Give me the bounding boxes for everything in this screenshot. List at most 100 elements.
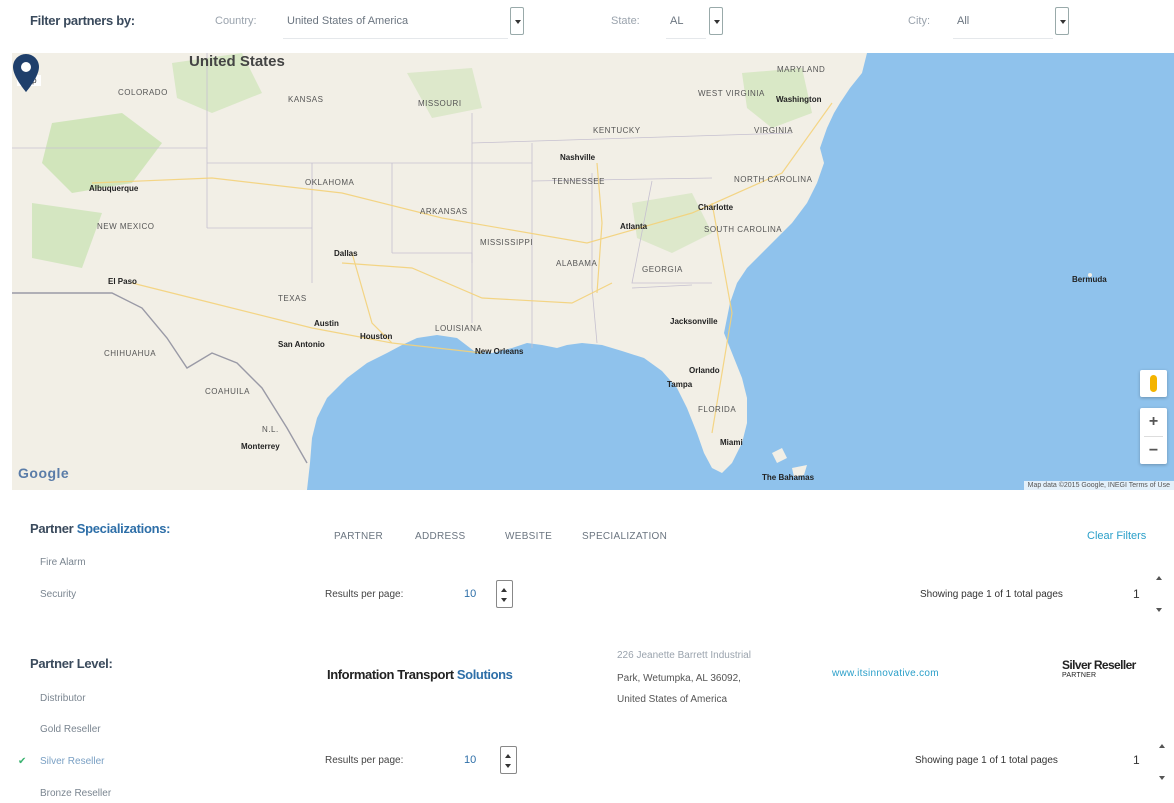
map-city-label: Washington — [776, 95, 822, 104]
specialization-filter-security[interactable]: Security — [40, 589, 76, 600]
map-state-label: Colorado — [118, 88, 168, 97]
showing-pages-label-bottom: Showing page 1 of 1 total pages — [915, 755, 1058, 766]
map-city-label: Albuquerque — [89, 184, 139, 193]
map-city-label: Charlotte — [698, 203, 734, 212]
filter-bar: Filter partners by: Country: United Stat… — [0, 0, 1174, 50]
country-label: Country: — [215, 15, 257, 27]
specializations-heading: Partner Specializations: — [30, 521, 170, 536]
partner-level-heading: Partner Level: — [30, 656, 113, 671]
map-attribution[interactable]: Map data ©2015 Google, INEGI Terms of Us… — [1023, 481, 1174, 490]
map-state-label: Alabama — [556, 259, 598, 268]
partner-level-bronze[interactable]: Bronze Reseller — [40, 788, 111, 799]
country-underline — [283, 38, 508, 39]
showing-pages-label: Showing page 1 of 1 total pages — [920, 589, 1063, 600]
country-dropdown-button[interactable] — [510, 7, 524, 35]
map-state-label: Georgia — [642, 265, 683, 274]
results-per-page-value-bottom[interactable]: 10 — [464, 754, 476, 766]
partner-name-prefix: Information Transport — [327, 667, 454, 682]
map-state-label: Coahuila — [205, 387, 250, 396]
specialization-filter-fire-alarm[interactable]: Fire Alarm — [40, 557, 86, 568]
tab-partner[interactable]: PARTNER — [334, 531, 383, 542]
tab-address[interactable]: ADDRESS — [415, 531, 465, 542]
map-state-label: Oklahoma — [305, 178, 355, 187]
partner-level-distributor[interactable]: Distributor — [40, 693, 86, 704]
page-number[interactable]: 1 — [1133, 587, 1140, 601]
map-state-label: North Carolina — [734, 175, 813, 184]
map-state-label: Virginia — [754, 126, 794, 135]
zoom-out-button[interactable]: − — [1140, 437, 1167, 465]
map-city-label: Austin — [314, 319, 339, 328]
map-city-label: El Paso — [108, 277, 137, 286]
map-city-label: San Antonio — [278, 340, 325, 349]
page-number-bottom[interactable]: 1 — [1133, 753, 1140, 767]
map-state-label: Mississippi — [480, 238, 534, 247]
map-city-label: Jacksonville — [670, 317, 718, 326]
badge-subtitle: PARTNER — [1062, 672, 1097, 679]
map-city-label: Miami — [720, 438, 743, 447]
map-state-label: N.L. — [262, 425, 279, 434]
map-state-label: Chihuahua — [104, 349, 157, 358]
google-logo: Google — [18, 465, 70, 481]
results-per-page-label-bottom: Results per page: — [325, 755, 404, 766]
tab-website[interactable]: WEBSITE — [505, 531, 552, 542]
partner-level-gold[interactable]: Gold Reseller — [40, 724, 101, 735]
map-state-label: Tennessee — [552, 177, 605, 186]
tab-specialization[interactable]: SPECIALIZATION — [582, 531, 667, 542]
state-label: State: — [611, 15, 640, 27]
country-select[interactable]: United States of America — [287, 15, 408, 27]
zoom-control: + − — [1140, 408, 1167, 464]
zoom-in-button[interactable]: + — [1140, 408, 1167, 436]
city-select[interactable]: All — [957, 15, 969, 27]
specializations-heading-prefix: Partner — [30, 521, 74, 536]
partner-level-silver[interactable]: Silver Reseller — [40, 756, 104, 767]
partner-map[interactable]: United States Map Colorado Kansas Missou… — [12, 53, 1174, 490]
map-city-label: Dallas — [334, 249, 358, 258]
street-view-pegman-icon[interactable] — [1140, 370, 1167, 397]
partner-level-badge: Silver Reseller PARTNER — [1062, 659, 1168, 691]
location-marker-icon[interactable] — [12, 53, 40, 93]
map-state-label: Missouri — [418, 99, 462, 108]
map-state-label: South Carolina — [704, 225, 783, 234]
map-city-label: The Bahamas — [762, 473, 815, 482]
state-dropdown-button[interactable] — [709, 7, 723, 35]
land-mass — [12, 53, 867, 490]
clear-filters-link[interactable]: Clear Filters — [1087, 530, 1146, 542]
checkmark-icon: ✔ — [18, 756, 27, 767]
map-state-label: Kentucky — [593, 126, 641, 135]
map-city-label: Atlanta — [620, 222, 648, 231]
map-city-label: Nashville — [560, 153, 596, 162]
partner-name[interactable]: Information Transport Solutions — [327, 667, 513, 682]
partner-address-line3: United States of America — [617, 694, 728, 705]
page-stepper[interactable] — [1154, 574, 1165, 614]
specializations-heading-accent: Specializations: — [76, 521, 171, 536]
map-city-label: Tampa — [667, 380, 693, 389]
map-city-label: Monterrey — [241, 442, 280, 451]
partner-address-line1: 226 Jeanette Barrett Industrial — [617, 650, 751, 661]
map-city-label: Houston — [360, 332, 393, 341]
results-per-page-label: Results per page: — [325, 589, 404, 600]
map-state-label: Texas — [278, 294, 307, 303]
map-state-label: Maryland — [777, 65, 826, 74]
city-label: City: — [908, 15, 930, 27]
page-stepper-bottom[interactable] — [1157, 742, 1168, 782]
filter-title: Filter partners by: — [30, 13, 135, 28]
map-state-label: New Mexico — [97, 222, 155, 231]
map-state-label: Florida — [698, 405, 737, 414]
results-per-page-stepper-bottom[interactable] — [500, 746, 517, 774]
map-city-label: Orlando — [689, 366, 720, 375]
state-select[interactable]: AL — [670, 15, 683, 27]
map-state-label: West Virginia — [698, 89, 765, 98]
map-state-label: Arkansas — [420, 207, 468, 216]
badge-title: Silver Reseller — [1062, 658, 1136, 672]
city-dropdown-button[interactable] — [1055, 7, 1069, 35]
results-per-page-stepper[interactable] — [496, 580, 513, 608]
map-city-label: Bermuda — [1072, 275, 1107, 284]
partner-address-line2: Park, Wetumpka, AL 36092, — [617, 673, 741, 684]
results-per-page-value[interactable]: 10 — [464, 588, 476, 600]
map-city-label: New Orleans — [475, 347, 524, 356]
map-state-label: Louisiana — [435, 324, 483, 333]
map-country-label: United States — [189, 53, 285, 70]
partner-name-accent: Solutions — [456, 667, 513, 682]
partner-website-link[interactable]: www.itsinnovative.com — [832, 668, 939, 679]
state-underline — [666, 38, 706, 39]
